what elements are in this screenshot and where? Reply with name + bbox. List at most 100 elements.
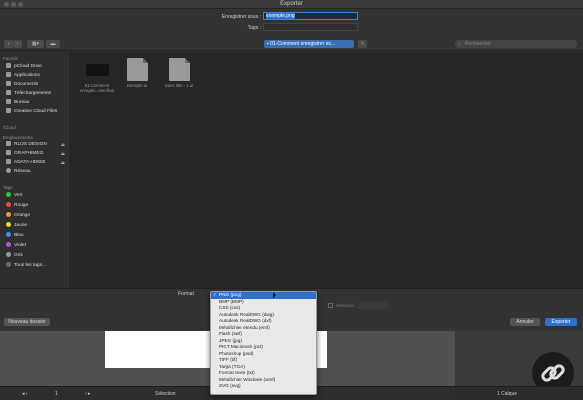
layer-count-bar: 1 Calque: [455, 388, 583, 400]
eject-icon[interactable]: ⏏: [61, 141, 65, 149]
mouse-pointer-icon: [273, 292, 276, 298]
document-icon: [168, 58, 190, 81]
format-label: Format: [178, 291, 194, 297]
sidebar-item-documents[interactable]: Documents: [6, 81, 38, 89]
sidebar-item-label: Bureau: [14, 100, 30, 105]
chevron-left-icon: ‹: [7, 41, 10, 47]
sidebar-tag-purple[interactable]: Violet: [6, 242, 26, 250]
tag-dot-icon: [6, 202, 11, 207]
selection-label: Sélection: [336, 303, 355, 308]
sidebar-tag-blue[interactable]: Bleu: [6, 232, 24, 240]
video-file-icon: [85, 64, 109, 76]
sidebar: Favoris pCloud Drive Applications Docume…: [0, 52, 71, 288]
location-label: 01-Comment enregistrer so...: [270, 41, 336, 47]
sidebar-item-rlos-design[interactable]: RLOS DESIGN ⏏: [6, 141, 68, 149]
page-number[interactable]: 1: [55, 391, 58, 397]
sidebar-tag-orange[interactable]: Orange: [6, 212, 30, 220]
tags-field[interactable]: [263, 23, 358, 31]
all-tags-icon: [6, 262, 11, 267]
sidebar-item-creative-cloud[interactable]: Creative Cloud Files: [6, 108, 57, 116]
folder-icon: [6, 108, 11, 113]
cancel-button[interactable]: Annuler: [510, 318, 540, 326]
window-title: Exporter: [280, 1, 303, 7]
sidebar-item-label: Gris: [14, 253, 23, 258]
sidebar-item-graphimeo[interactable]: GRAPHIMEO ⏏: [6, 150, 68, 158]
tags-label: Tags :: [247, 25, 261, 31]
document-icon: [126, 58, 148, 81]
cloud-icon: [6, 63, 11, 68]
new-folder-icon-button[interactable]: ▬: [46, 40, 60, 48]
sidebar-tag-gray[interactable]: Gris: [6, 252, 23, 260]
search-field[interactable]: Rechercher ⌕: [455, 40, 577, 48]
eject-icon[interactable]: ⏏: [61, 150, 65, 158]
format-option-label: CSS (css): [219, 305, 241, 310]
sidebar-item-downloads[interactable]: Téléchargements: [6, 90, 51, 98]
file-item[interactable]: Sans titre - 1.ai: [156, 58, 202, 88]
file-item[interactable]: exemple.ai: [114, 58, 160, 88]
tag-dot-icon: [6, 212, 11, 217]
file-browser: 01-Comment enregist...reenflow exemple.a…: [72, 52, 583, 288]
sidebar-tag-yellow[interactable]: Jaune: [6, 222, 27, 230]
browser-toolbar: ‹ › ▦▾ ▬ ▪ 01-Comment enregistrer so... …: [0, 37, 583, 51]
sidebar-all-tags[interactable]: Tous les tags...: [6, 262, 46, 270]
tags-header: Tags: [3, 185, 13, 190]
format-option-label: Format texte (txt): [219, 370, 255, 375]
download-icon: [6, 90, 11, 95]
favorites-header: Favoris: [3, 56, 18, 61]
new-folder-button[interactable]: Nouveau dossier: [4, 318, 50, 326]
network-icon: [6, 168, 11, 173]
sidebar-item-label: GRAPHIMEO: [14, 151, 44, 156]
chevron-right-icon: ›: [16, 41, 19, 47]
forward-button[interactable]: ›: [13, 40, 22, 48]
next-artboard-icon[interactable]: › ▸: [85, 391, 91, 397]
format-option-label: Targa (TGA): [219, 363, 245, 369]
save-as-panel: Enregistrer sous : exemple.png Tags :: [0, 9, 583, 37]
sidebar-item-label: Applications: [14, 73, 40, 78]
chevron-up-icon: ˄: [361, 41, 364, 47]
sidebar-item-label: Réseau: [14, 169, 31, 174]
view-mode-button[interactable]: ▦▾: [27, 40, 44, 48]
eject-icon[interactable]: ⏏: [61, 159, 65, 167]
sidebar-item-label: Rouge: [14, 203, 29, 208]
file-name: exemple.ai: [126, 83, 148, 88]
sidebar-item-label: ADATA HD650: [14, 160, 46, 165]
layer-count: 1 Calque: [497, 391, 518, 397]
sidebar-item-pcloud[interactable]: pCloud Drive: [6, 63, 42, 71]
checkbox-icon: [328, 303, 333, 308]
selection-range-field[interactable]: [358, 302, 388, 309]
format-option-label: Autodesk RealDWG (dwg): [219, 311, 274, 317]
sidebar-tag-red[interactable]: Rouge: [6, 202, 28, 210]
format-option-svg[interactable]: SVG (svg): [211, 383, 316, 390]
format-option-label: TIFF (tif): [219, 357, 237, 362]
sidebar-tag-green[interactable]: Vert: [6, 192, 23, 200]
sidebar-item-adata[interactable]: ADATA HD650 ⏏: [6, 159, 68, 167]
location-popup[interactable]: ▪ 01-Comment enregistrer so...: [264, 40, 354, 48]
expand-button[interactable]: ˄: [358, 40, 367, 48]
grid-view-icon: ▦▾: [31, 41, 40, 47]
sidebar-item-label: Bleu: [14, 233, 24, 238]
export-button[interactable]: Exporter: [545, 318, 577, 326]
format-option-label: Flash (swf): [219, 331, 242, 336]
sidebar-item-applications[interactable]: Applications: [6, 72, 40, 80]
back-button[interactable]: ‹: [4, 40, 13, 48]
tag-dot-icon: [6, 242, 11, 247]
drive-icon: [6, 159, 11, 164]
desktop-icon: [6, 99, 11, 104]
search-placeholder: Rechercher: [465, 41, 491, 47]
sidebar-item-network[interactable]: Réseau: [6, 168, 31, 176]
format-option-label: SVG (svg): [219, 383, 241, 388]
locations-header: Emplacements: [3, 135, 33, 140]
sidebar-item-label: Téléchargements: [14, 91, 52, 96]
format-option-label: Métafichier étendu (emf): [219, 324, 270, 330]
filename-field[interactable]: exemple.png: [263, 12, 358, 20]
sidebar-item-label: Jaune: [14, 223, 28, 228]
prev-artboard-icon[interactable]: ◂ ‹: [22, 391, 28, 397]
file-name: Sans titre - 1.ai: [164, 83, 194, 88]
sidebar-item-desktop[interactable]: Bureau: [6, 99, 29, 107]
search-icon: ⌕: [458, 41, 461, 47]
folder-icon: ▪: [267, 41, 269, 47]
selection-checkbox[interactable]: Sélection: [328, 303, 355, 308]
file-name-continued: enregist...reenflow: [79, 88, 115, 93]
tag-dot-icon: [6, 222, 11, 227]
tag-dot-icon: [6, 192, 11, 197]
